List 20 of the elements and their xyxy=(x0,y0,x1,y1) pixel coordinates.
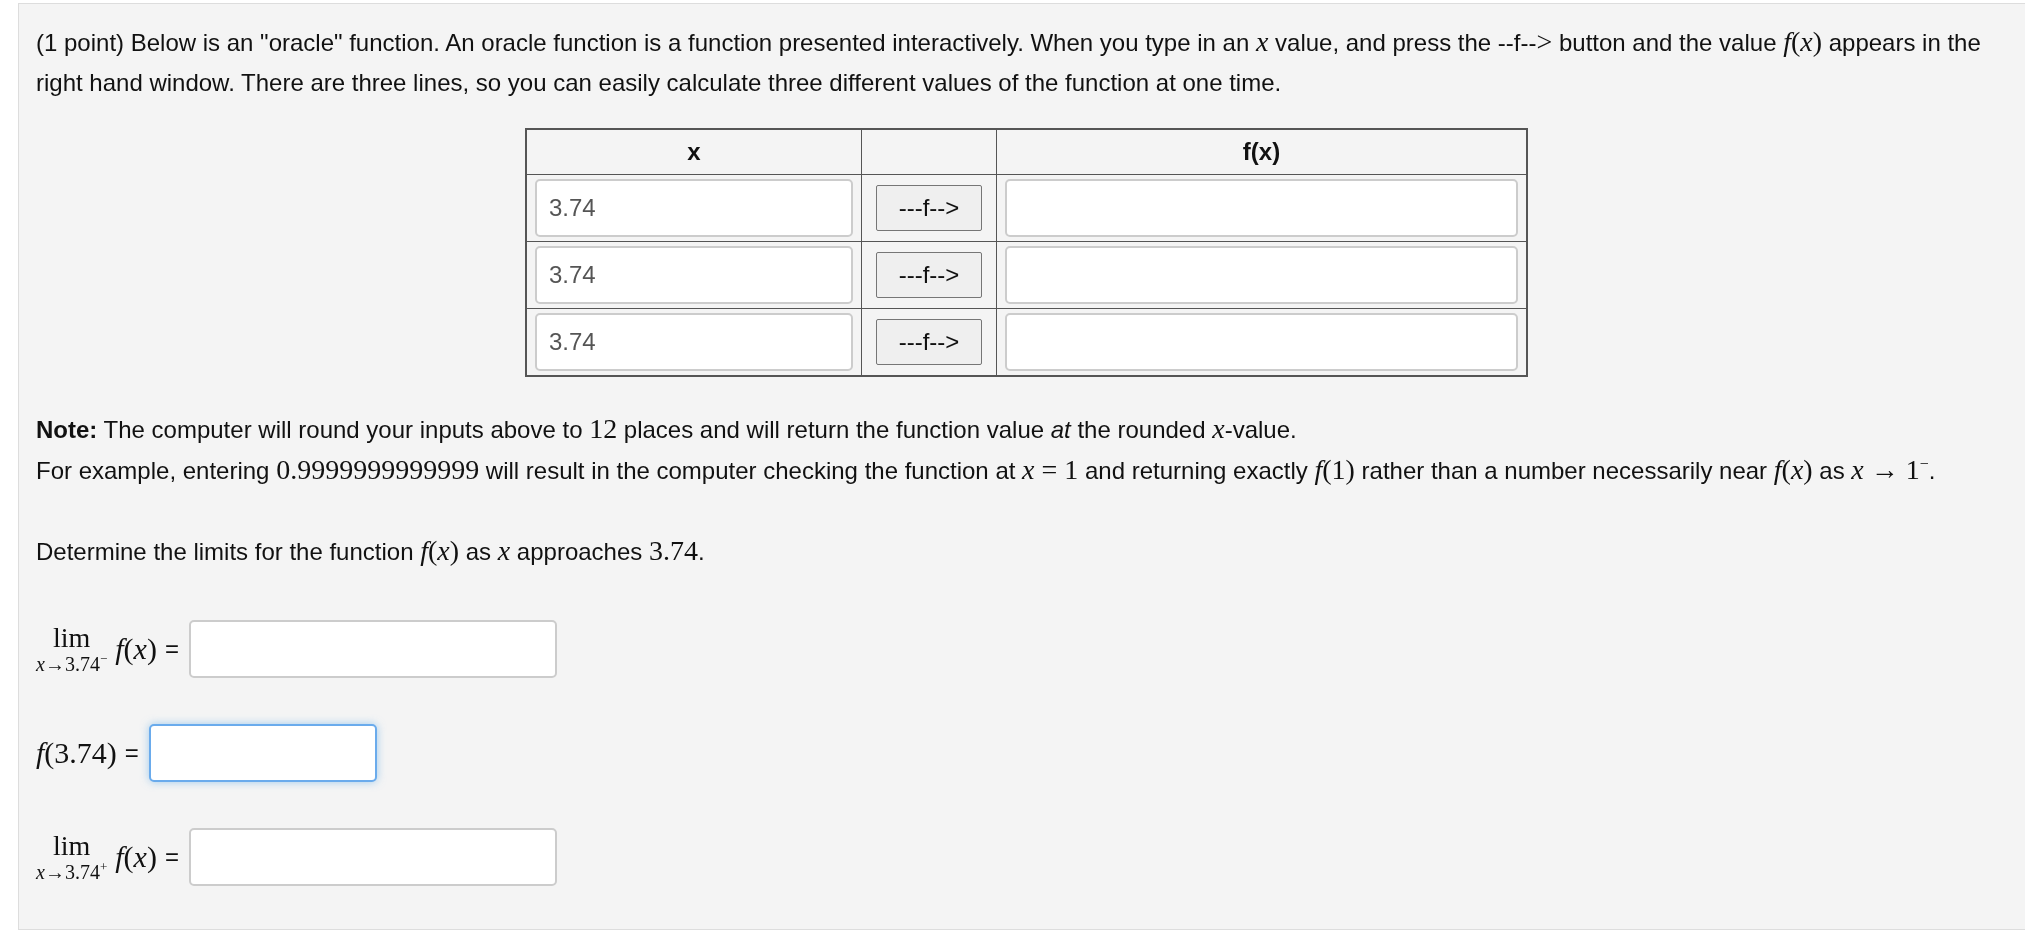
note-text: For example, entering 0.9999999999999 will result in the computer checking the function at x = 1 and returning exactly f(1) rather than a number necessarily near f(x) as x → 1$^{−}$. xyxy=(36,453,1937,487)
function-value-label: f(3.74) = xyxy=(36,736,139,770)
answer-field[interactable] xyxy=(148,724,377,782)
evaluate-button[interactable]: ---f--> xyxy=(875,252,983,298)
limit-label: lim x→3.74$^{−}$ f(x) = xyxy=(36,623,179,675)
x-input-field[interactable]: 3.74 xyxy=(535,246,853,304)
intro-text: (1 point) Below is an "oracle" function. An oracle function is a function presented interactively. When you type in an x value, and press the --f--> button and the value f(x) appears in the right hand window. There are three lines, so you can easily calculate three different values of the function at one time. xyxy=(36,25,1982,98)
result-field[interactable] xyxy=(1005,179,1518,237)
x-input-field[interactable]: 3.74 xyxy=(535,179,853,237)
result-field[interactable] xyxy=(1005,313,1518,371)
answer-field[interactable] xyxy=(188,828,557,886)
evaluate-button[interactable]: ---f--> xyxy=(875,319,983,365)
instruction-text: Determine the limits for the function f(x) as x approaches 3.74. xyxy=(36,534,706,568)
column-header: x xyxy=(526,129,862,175)
result-field[interactable] xyxy=(1005,246,1518,304)
answer-field[interactable] xyxy=(188,620,557,678)
evaluate-button[interactable]: ---f--> xyxy=(875,185,983,231)
limit-label: lim x→3.74$^{+}$ f(x) = xyxy=(36,831,179,883)
x-input-field[interactable]: 3.74 xyxy=(535,313,853,371)
note-text: Note: The computer will round your inputs above to 12 places and will return the function value at the rounded x-value. xyxy=(36,412,1298,446)
